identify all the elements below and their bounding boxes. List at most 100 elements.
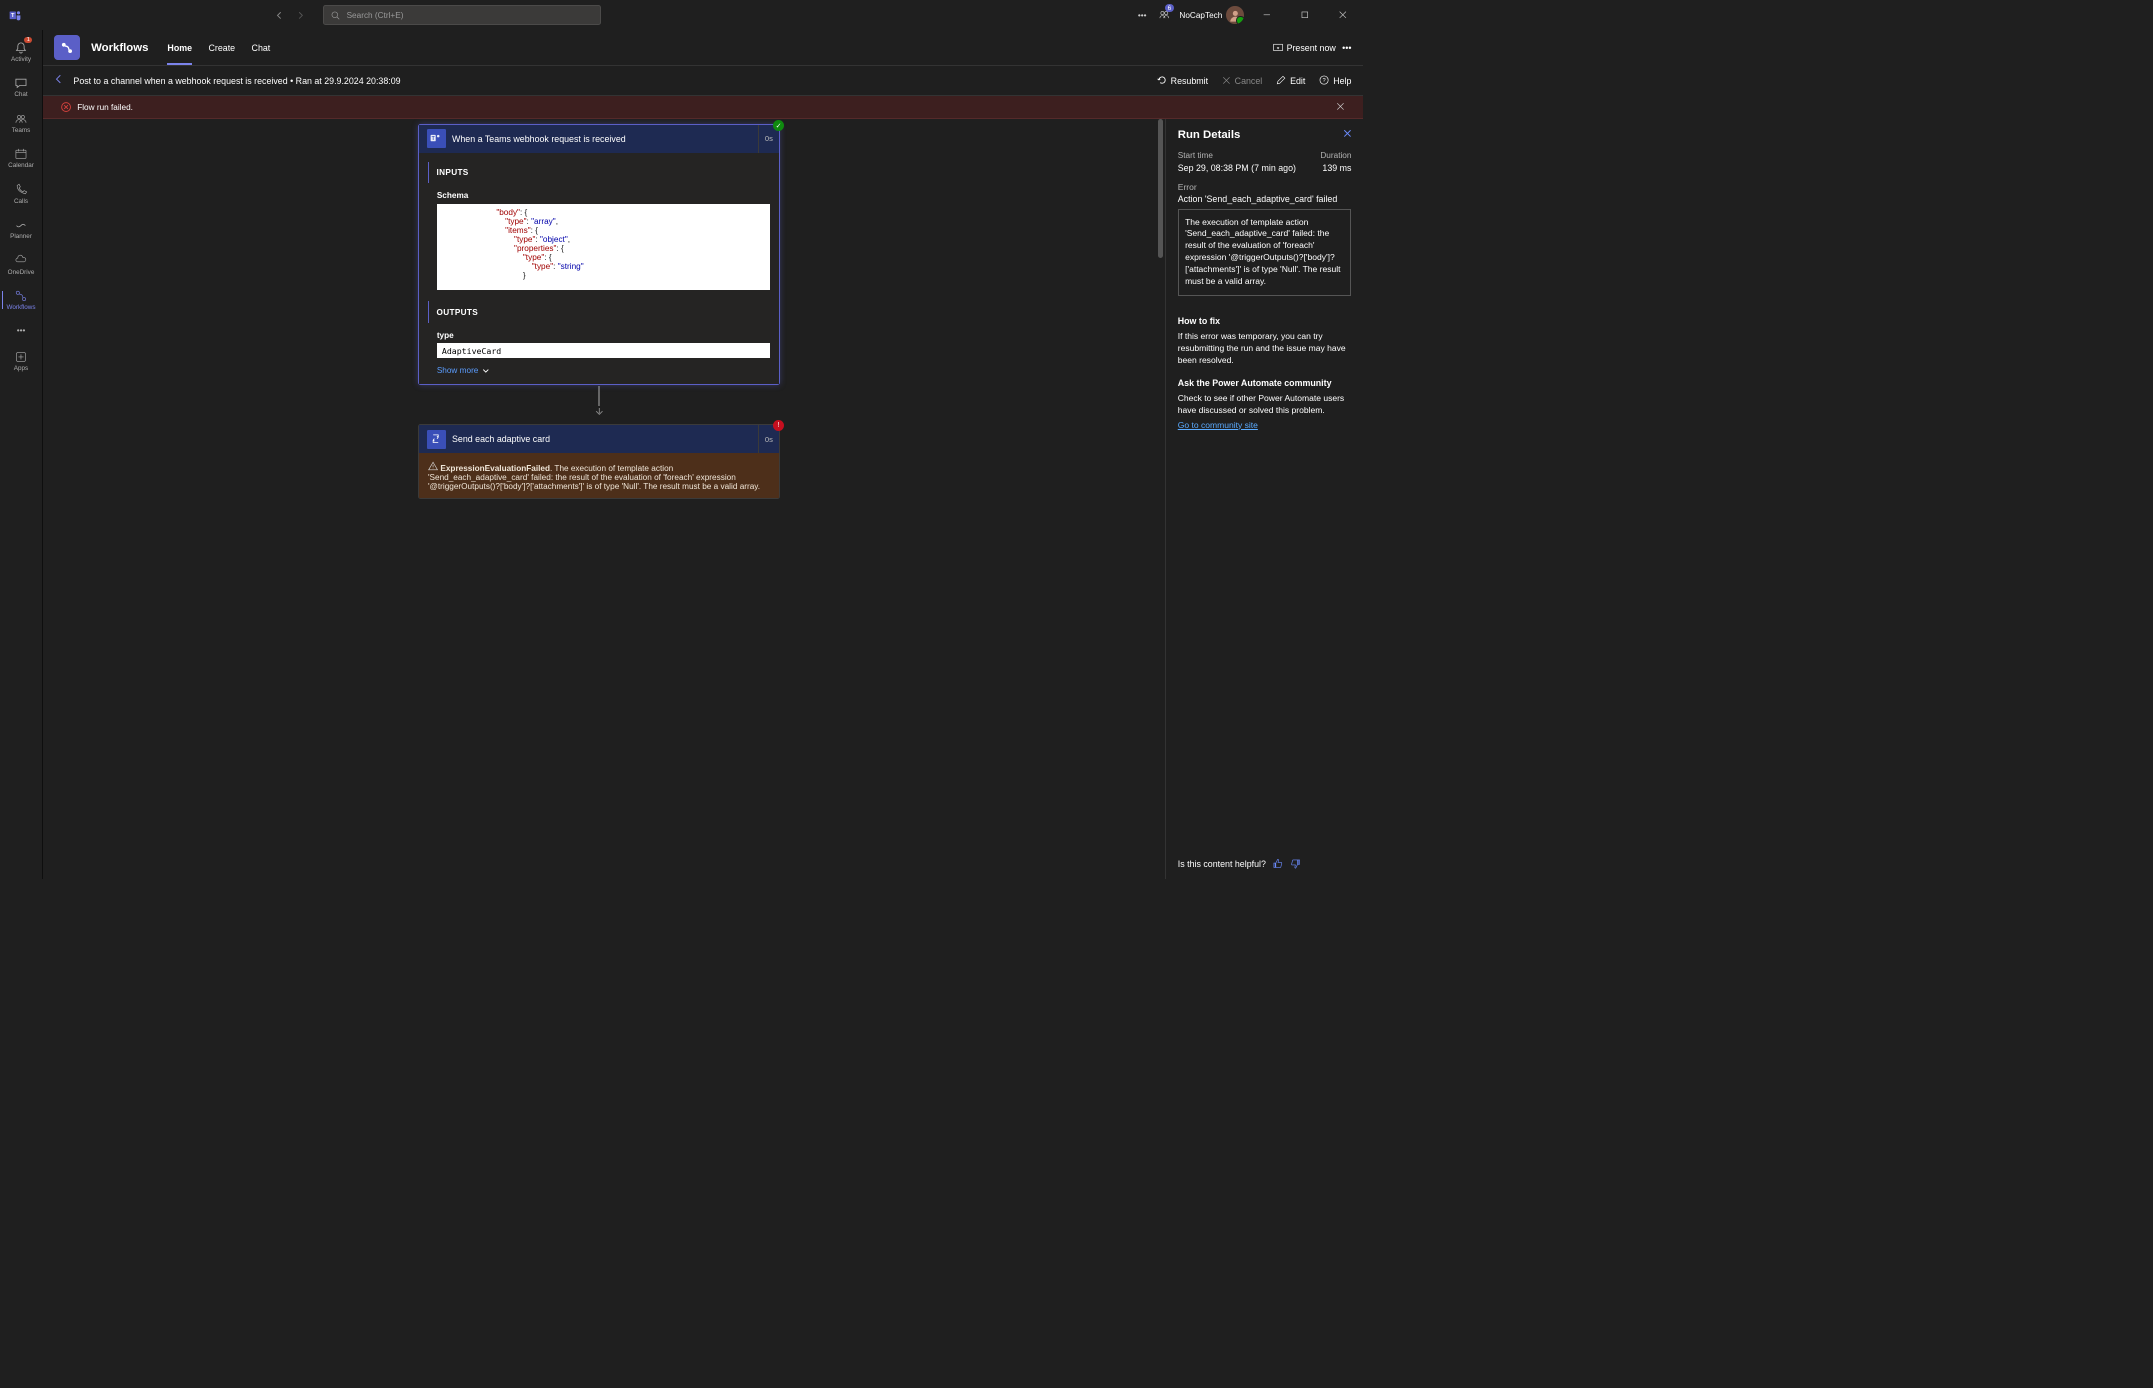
run-description: Post to a channel when a webhook request…	[73, 76, 400, 86]
error-badge-icon: !	[773, 420, 784, 431]
how-to-fix-heading: How to fix	[1178, 316, 1352, 326]
avatar-icon	[1226, 6, 1244, 24]
foreach-icon	[427, 430, 446, 449]
run-details-panel: Run Details Start time Duration Sep 29, …	[1165, 119, 1362, 879]
community-heading: Ask the Power Automate community	[1178, 378, 1352, 388]
phone-icon	[14, 183, 28, 197]
schema-label: Schema	[437, 191, 770, 200]
thumbs-down-button[interactable]	[1290, 858, 1301, 871]
more-options-button[interactable]: •••	[1135, 8, 1149, 22]
warning-icon	[428, 461, 438, 471]
activity-badge: 1	[24, 37, 32, 43]
title-bar: T Search (Ctrl+E) ••• 6 NoCapTech	[0, 0, 1363, 30]
rail-activity[interactable]: 1 Activity	[2, 34, 40, 69]
chat-icon	[14, 76, 28, 90]
rail-apps[interactable]: Apps	[2, 343, 40, 378]
back-button[interactable]	[54, 74, 64, 86]
workflows-icon	[14, 289, 28, 303]
workflows-header: Workflows Home Create Chat Present now •…	[43, 30, 1363, 65]
cloud-icon	[14, 253, 28, 267]
output-type-label: type	[437, 331, 770, 340]
user-profile[interactable]: NoCapTech	[1179, 6, 1243, 24]
cancel-icon	[1222, 76, 1231, 85]
rail-teams[interactable]: Teams	[2, 105, 40, 140]
svg-text:T: T	[11, 13, 15, 19]
search-input[interactable]: Search (Ctrl+E)	[323, 5, 602, 25]
teams-logo-icon: T	[5, 5, 25, 25]
minimize-button[interactable]	[1253, 5, 1282, 25]
schema-viewer[interactable]: "body": { "type": "array", "items": { "t…	[437, 204, 770, 290]
inputs-label: INPUTS	[437, 168, 763, 177]
app-rail: 1 Activity Chat Teams Calendar Calls Pla…	[0, 30, 43, 878]
cancel-button[interactable]: Cancel	[1222, 76, 1262, 86]
tab-home[interactable]: Home	[167, 30, 192, 64]
success-badge-icon: ✓	[773, 120, 784, 131]
output-type-value: AdaptiveCard	[437, 343, 770, 358]
start-time-value: Sep 29, 08:38 PM (7 min ago)	[1178, 163, 1296, 173]
help-button[interactable]: ? Help	[1319, 75, 1351, 85]
present-icon	[1273, 43, 1283, 53]
search-icon	[331, 11, 340, 20]
pencil-icon	[1276, 75, 1286, 85]
present-now-button[interactable]: Present now	[1273, 43, 1336, 53]
rail-calls[interactable]: Calls	[2, 176, 40, 211]
rail-workflows[interactable]: Workflows	[2, 282, 40, 317]
helpful-prompt: Is this content helpful?	[1178, 859, 1266, 869]
calendar-icon	[14, 147, 28, 161]
trigger-card[interactable]: ✓ T When a Teams webhook request is rece…	[418, 124, 780, 385]
community-text: Check to see if other Power Automate use…	[1178, 393, 1352, 417]
duration-value: 139 ms	[1322, 163, 1351, 173]
people-icon	[14, 112, 28, 126]
svg-text:?: ?	[1323, 78, 1326, 84]
rail-planner[interactable]: Planner	[2, 211, 40, 246]
edit-button[interactable]: Edit	[1276, 75, 1305, 85]
planner-icon	[14, 218, 28, 232]
nav-forward-button[interactable]	[291, 6, 309, 24]
community-link[interactable]: Go to community site	[1178, 420, 1352, 430]
canvas-scrollbar[interactable]	[1155, 119, 1165, 879]
chevron-down-icon	[482, 367, 490, 375]
teams-connector-icon: T	[427, 129, 446, 148]
error-banner: Flow run failed.	[43, 96, 1363, 119]
error-detail-box[interactable]: The execution of template action 'Send_e…	[1178, 209, 1352, 295]
action-card[interactable]: ! Send each adaptive card 0s	[418, 424, 780, 499]
error-icon	[61, 102, 71, 112]
rail-onedrive[interactable]: OneDrive	[2, 247, 40, 282]
duration-label: Duration	[1320, 151, 1351, 160]
notification-badge: 6	[1165, 4, 1175, 12]
flow-canvas[interactable]: ✓ T When a Teams webhook request is rece…	[43, 119, 1155, 879]
refresh-icon	[1157, 75, 1167, 85]
show-more-button[interactable]: Show more	[437, 366, 770, 375]
user-name: NoCapTech	[1179, 11, 1222, 20]
flow-arrow-icon	[418, 405, 780, 419]
banner-text: Flow run failed.	[77, 103, 133, 112]
rail-calendar[interactable]: Calendar	[2, 140, 40, 175]
breadcrumb-bar: Post to a channel when a webhook request…	[43, 66, 1363, 96]
apps-icon	[14, 350, 28, 364]
start-time-label: Start time	[1178, 151, 1213, 160]
close-button[interactable]	[1329, 5, 1358, 25]
error-label: Error	[1178, 182, 1352, 192]
resubmit-button[interactable]: Resubmit	[1157, 75, 1208, 85]
tab-chat[interactable]: Chat	[252, 30, 271, 64]
rail-chat[interactable]: Chat	[2, 70, 40, 105]
page-title: Workflows	[91, 42, 148, 54]
community-icon[interactable]: 6	[1158, 8, 1171, 23]
header-more-button[interactable]: •••	[1342, 43, 1351, 53]
rail-more[interactable]: •••	[2, 318, 40, 343]
nav-back-button[interactable]	[271, 6, 289, 24]
error-summary: Action 'Send_each_adaptive_card' failed	[1178, 194, 1352, 204]
trigger-title: When a Teams webhook request is received	[452, 134, 750, 144]
maximize-button[interactable]	[1291, 5, 1320, 25]
banner-close-button[interactable]	[1336, 102, 1345, 113]
panel-close-button[interactable]	[1343, 129, 1352, 141]
action-title: Send each adaptive card	[452, 434, 750, 444]
action-error-detail: ExpressionEvaluationFailed. The executio…	[419, 453, 779, 498]
workflows-app-icon	[54, 35, 79, 60]
how-to-fix-text: If this error was temporary, you can try…	[1178, 331, 1352, 367]
tab-create[interactable]: Create	[209, 30, 236, 64]
search-placeholder: Search (Ctrl+E)	[347, 11, 404, 20]
panel-title: Run Details	[1178, 129, 1241, 141]
bell-icon	[14, 41, 28, 55]
thumbs-up-button[interactable]	[1272, 858, 1283, 871]
